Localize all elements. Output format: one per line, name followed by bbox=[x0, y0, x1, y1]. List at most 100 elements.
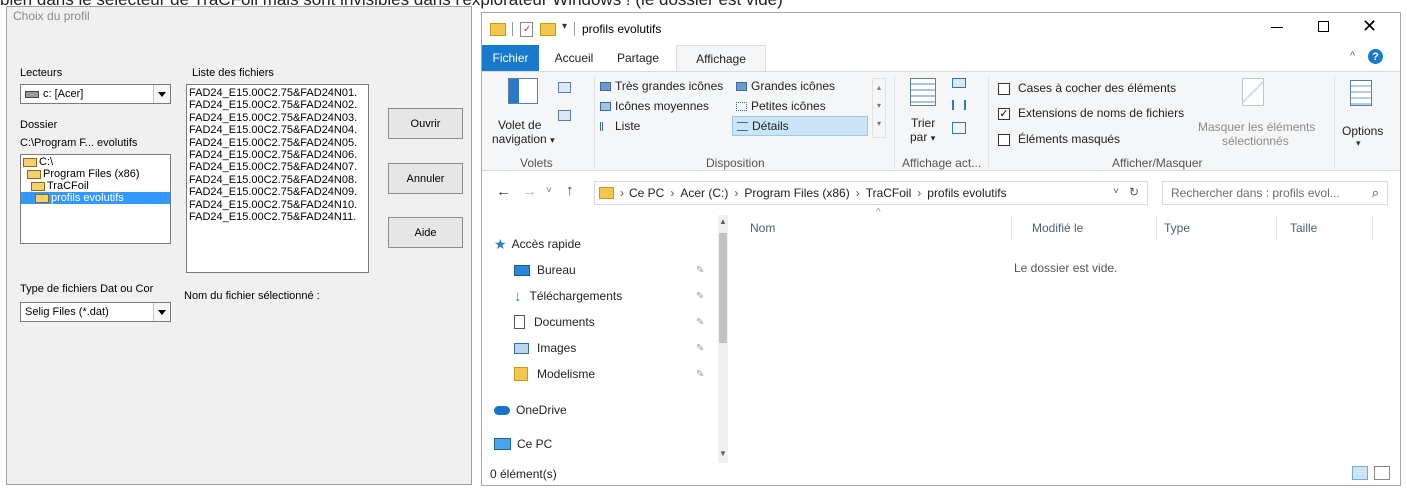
file-list[interactable]: FAD24_E15.00C2.75&FAD24N01. FAD24_E15.00… bbox=[186, 84, 369, 273]
scroll-up-icon[interactable]: ▲ bbox=[719, 217, 727, 226]
preview-pane-icon[interactable] bbox=[558, 82, 571, 93]
pin-icon[interactable]: ✎ bbox=[696, 343, 704, 354]
layout-xl-icons[interactable]: Très grandes icônes bbox=[600, 79, 723, 93]
cancel-button[interactable]: Annuler bbox=[388, 163, 463, 194]
breadcrumb-item[interactable]: Acer (C:) bbox=[680, 186, 728, 200]
search-icon[interactable]: ⌕ bbox=[1372, 185, 1379, 201]
open-button[interactable]: Ouvrir bbox=[388, 108, 463, 139]
chevron-down-icon[interactable] bbox=[153, 303, 170, 321]
list-item[interactable]: FAD24_E15.00C2.75&FAD24N07. bbox=[187, 161, 368, 173]
size-columns-icon[interactable] bbox=[952, 122, 966, 134]
column-divider[interactable] bbox=[1156, 215, 1157, 241]
hidden-items-checkbox[interactable] bbox=[998, 134, 1010, 146]
up-icon[interactable]: ↑ bbox=[566, 182, 574, 199]
content-area[interactable]: ^ Nom Modifié le Type Taille Le dossier … bbox=[740, 207, 1400, 463]
help-button[interactable]: Aide bbox=[388, 217, 463, 248]
column-header-nom[interactable]: Nom bbox=[750, 221, 775, 235]
list-item[interactable]: FAD24_E15.00C2.75&FAD24N02. bbox=[187, 99, 368, 111]
nav-pane-button[interactable]: Volet de navigation ▾ bbox=[492, 74, 588, 156]
nav-item-this-pc[interactable]: Ce PC bbox=[482, 431, 717, 457]
list-item[interactable]: FAD24_E15.00C2.75&FAD24N06. bbox=[187, 149, 368, 161]
properties-icon[interactable]: ✓ bbox=[520, 22, 533, 37]
folder-tree[interactable]: C:\ Program Files (x86) TraCFoil profils… bbox=[20, 154, 171, 244]
details-view-toggle-icon[interactable] bbox=[1352, 466, 1368, 480]
nav-item-images[interactable]: Images ✎ bbox=[482, 335, 717, 361]
options-dropdown-icon[interactable]: ▾ bbox=[1356, 138, 1361, 149]
group-by-icon[interactable] bbox=[952, 78, 966, 88]
sort-icon[interactable] bbox=[910, 78, 936, 106]
hide-selected-icon[interactable] bbox=[1242, 78, 1264, 106]
pin-icon[interactable]: ✎ bbox=[696, 369, 704, 380]
options-button[interactable]: Options bbox=[1342, 124, 1383, 138]
column-header-taille[interactable]: Taille bbox=[1290, 221, 1317, 235]
tree-item-program-files[interactable]: Program Files (x86) bbox=[21, 168, 170, 180]
column-header-type[interactable]: Type bbox=[1164, 221, 1190, 235]
tree-item-profils-evolutifs[interactable]: profils evolutifs bbox=[21, 192, 170, 204]
layout-small-icons[interactable]: Petites icônes bbox=[736, 99, 826, 113]
filetype-select[interactable]: Selig Files (*.dat) bbox=[20, 302, 171, 322]
tab-fichier[interactable]: Fichier bbox=[482, 45, 539, 71]
options-icon[interactable] bbox=[1350, 80, 1372, 106]
scroll-down-icon[interactable]: ▼ bbox=[719, 449, 727, 458]
breadcrumb-item[interactable]: profils evolutifs bbox=[927, 186, 1006, 200]
tree-item-root[interactable]: C:\ bbox=[21, 156, 170, 168]
breadcrumb-item[interactable]: TraCFoil bbox=[866, 186, 912, 200]
refresh-icon[interactable]: ↻ bbox=[1129, 185, 1139, 199]
nav-item-documents[interactable]: Documents ✎ bbox=[482, 309, 717, 335]
column-header-modifie[interactable]: Modifié le bbox=[1032, 221, 1083, 235]
chevron-down-icon[interactable] bbox=[153, 85, 170, 103]
list-item[interactable]: FAD24_E15.00C2.75&FAD24N01. bbox=[187, 87, 368, 99]
list-item[interactable]: FAD24_E15.00C2.75&FAD24N09. bbox=[187, 186, 368, 198]
list-item[interactable]: FAD24_E15.00C2.75&FAD24N11. bbox=[187, 211, 368, 223]
layout-scroll[interactable]: ▴ ▾ ▾ bbox=[872, 78, 886, 138]
column-divider[interactable] bbox=[1276, 215, 1277, 241]
list-item[interactable]: FAD24_E15.00C2.75&FAD24N05. bbox=[187, 137, 368, 149]
large-icons-view-toggle-icon[interactable] bbox=[1374, 466, 1390, 480]
search-input[interactable]: Rechercher dans : profils evol... ⌕ bbox=[1162, 181, 1388, 205]
nav-scrollbar[interactable]: ▲ ▼ bbox=[718, 215, 728, 463]
list-item[interactable]: FAD24_E15.00C2.75&FAD24N03. bbox=[187, 112, 368, 124]
maximize-icon[interactable] bbox=[1318, 21, 1329, 32]
list-item[interactable]: FAD24_E15.00C2.75&FAD24N04. bbox=[187, 124, 368, 136]
pin-icon[interactable]: ✎ bbox=[696, 291, 704, 302]
list-item[interactable]: FAD24_E15.00C2.75&FAD24N08. bbox=[187, 174, 368, 186]
nav-item-bureau[interactable]: Bureau ✎ bbox=[482, 257, 717, 283]
tree-item-tracfoil[interactable]: TraCFoil bbox=[21, 180, 170, 192]
recent-locations-icon[interactable]: ˅ bbox=[546, 185, 552, 196]
tab-accueil[interactable]: Accueil bbox=[544, 45, 604, 71]
address-dropdown-icon[interactable]: ˅ bbox=[1113, 186, 1119, 197]
pin-icon[interactable]: ✎ bbox=[696, 265, 704, 276]
layout-details[interactable]: Détails bbox=[732, 116, 868, 136]
layout-large-icons[interactable]: Grandes icônes bbox=[736, 79, 835, 93]
nav-item-onedrive[interactable]: OneDrive bbox=[482, 397, 717, 423]
qat-dropdown-icon[interactable]: ▾ bbox=[562, 21, 567, 32]
tab-affichage[interactable]: Affichage bbox=[676, 45, 766, 71]
scrollbar-thumb[interactable] bbox=[719, 233, 727, 343]
add-columns-icon[interactable] bbox=[952, 100, 966, 110]
tab-partage[interactable]: Partage bbox=[608, 45, 668, 71]
drive-select[interactable]: c: [Acer] bbox=[20, 84, 171, 104]
back-icon[interactable]: ← bbox=[496, 183, 511, 200]
new-folder-icon[interactable] bbox=[540, 23, 556, 36]
breadcrumb-item[interactable]: Ce PC bbox=[629, 186, 664, 200]
nav-item-modelisme[interactable]: Modelisme ✎ bbox=[482, 361, 717, 387]
column-divider[interactable] bbox=[1011, 215, 1012, 241]
forward-icon[interactable]: → bbox=[522, 183, 537, 200]
nav-item-quick-access[interactable]: ★ Accès rapide bbox=[482, 231, 717, 257]
collapse-ribbon-icon[interactable]: ^ bbox=[1350, 50, 1355, 62]
help-icon[interactable]: ? bbox=[1368, 49, 1383, 64]
hide-selected-label[interactable]: Masquer les éléments bbox=[1198, 120, 1315, 134]
pin-icon[interactable]: ✎ bbox=[696, 317, 704, 328]
breadcrumb-item[interactable]: Program Files (x86) bbox=[744, 186, 849, 200]
nav-item-telechargements[interactable]: ↓ Téléchargements ✎ bbox=[482, 283, 717, 309]
column-divider[interactable] bbox=[1372, 215, 1373, 241]
layout-medium-icons[interactable]: Icônes moyennes bbox=[600, 99, 709, 113]
list-item[interactable]: FAD24_E15.00C2.75&FAD24N10. bbox=[187, 199, 368, 211]
address-bar[interactable]: › Ce PC › Acer (C:) › Program Files (x86… bbox=[594, 181, 1148, 205]
close-icon[interactable]: ✕ bbox=[1362, 16, 1377, 37]
details-pane-icon[interactable] bbox=[558, 110, 571, 121]
layout-list[interactable]: Liste bbox=[600, 119, 640, 133]
item-checkboxes-checkbox[interactable] bbox=[998, 83, 1010, 95]
minimize-icon[interactable] bbox=[1271, 27, 1283, 28]
file-extensions-checkbox[interactable]: ✓ bbox=[998, 108, 1010, 120]
